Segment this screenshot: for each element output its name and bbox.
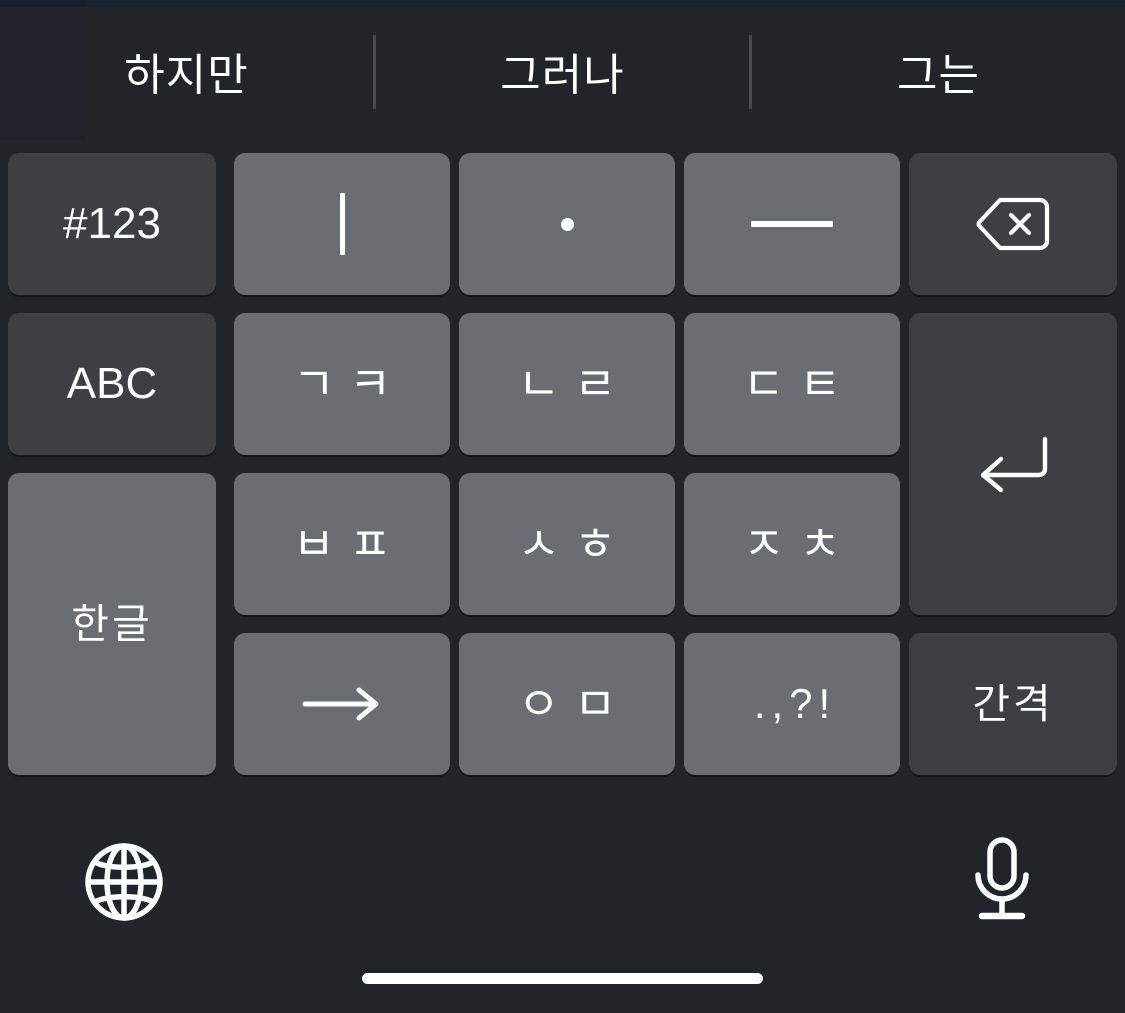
key-label: ㄴㄹ xyxy=(517,358,631,410)
key-vowel-dot[interactable] xyxy=(459,153,675,295)
language-switch-button[interactable] xyxy=(64,822,184,942)
key-abc-mode[interactable]: ABC xyxy=(8,313,216,455)
key-hangul-mode[interactable]: 한글 xyxy=(8,473,216,775)
key-siot-hieut[interactable]: ㅅㅎ xyxy=(459,473,675,615)
key-label: 간격 xyxy=(972,680,1054,727)
key-label: ㄷㅌ xyxy=(742,358,856,410)
home-indicator[interactable] xyxy=(362,973,763,984)
key-label: ㅂㅍ xyxy=(292,518,406,570)
key-next-character[interactable] xyxy=(234,633,450,775)
suggestion-item-2[interactable]: 그러나 xyxy=(376,7,749,140)
return-icon xyxy=(973,433,1053,495)
key-digeut-tieut[interactable]: ㄷㅌ xyxy=(684,313,900,455)
dot-icon xyxy=(560,217,574,231)
suggestion-label: 그는 xyxy=(897,50,980,100)
suggestion-item-1[interactable]: 하지만 xyxy=(0,7,373,140)
horizontal-dash-icon xyxy=(751,221,833,227)
key-vowel-i[interactable] xyxy=(234,153,450,295)
key-numbers-mode[interactable]: #123 xyxy=(8,153,216,295)
key-label: 한글 xyxy=(71,600,153,647)
key-jieut-chieut[interactable]: ㅈㅊ xyxy=(684,473,900,615)
key-label: ABC xyxy=(66,359,158,408)
key-ieung-mieum[interactable]: ㅇㅁ xyxy=(459,633,675,775)
key-bieup-pieup[interactable]: ㅂㅍ xyxy=(234,473,450,615)
key-label: #123 xyxy=(63,199,161,248)
arrow-right-icon xyxy=(299,684,385,724)
suggestion-bar: 하지만 그러나 그는 xyxy=(0,7,1125,140)
key-vowel-eu[interactable] xyxy=(684,153,900,295)
key-label: ㅅㅎ xyxy=(517,518,631,570)
key-label: ㅈㅊ xyxy=(742,518,856,570)
key-label: ㅇㅁ xyxy=(517,678,631,730)
keyboard-bottom-bar xyxy=(0,790,1125,970)
microphone-icon xyxy=(966,836,1038,928)
key-space[interactable]: 간격 xyxy=(909,633,1117,775)
backspace-icon xyxy=(976,196,1050,252)
status-strip-left-segment xyxy=(0,0,86,7)
vertical-bar-icon xyxy=(339,193,345,255)
suggestion-item-3[interactable]: 그는 xyxy=(752,7,1125,140)
suggestion-label: 그러나 xyxy=(500,50,625,100)
keyboard-screen: 하지만 그러나 그는 #123 ABC ㄱㅋ ㄴㄹ ㄷㅌ 한글 ㅂㅍ ㅅㅎ ㅈㅊ… xyxy=(0,0,1125,1013)
key-punctuation[interactable]: .,?! xyxy=(684,633,900,775)
suggestion-label: 하지만 xyxy=(124,50,249,100)
key-backspace[interactable] xyxy=(909,153,1117,295)
key-label: ㄱㅋ xyxy=(292,358,406,410)
dictation-button[interactable] xyxy=(942,822,1062,942)
status-strip xyxy=(0,0,1125,7)
key-label: .,?! xyxy=(753,680,837,727)
globe-icon xyxy=(83,841,165,923)
key-giyeok-kieuk[interactable]: ㄱㅋ xyxy=(234,313,450,455)
key-nieun-rieul[interactable]: ㄴㄹ xyxy=(459,313,675,455)
keyboard-grid: #123 ABC ㄱㅋ ㄴㄹ ㄷㅌ 한글 ㅂㅍ ㅅㅎ ㅈㅊ ㅇㅁ .,?! 간격 xyxy=(8,153,1117,780)
key-return[interactable] xyxy=(909,313,1117,615)
